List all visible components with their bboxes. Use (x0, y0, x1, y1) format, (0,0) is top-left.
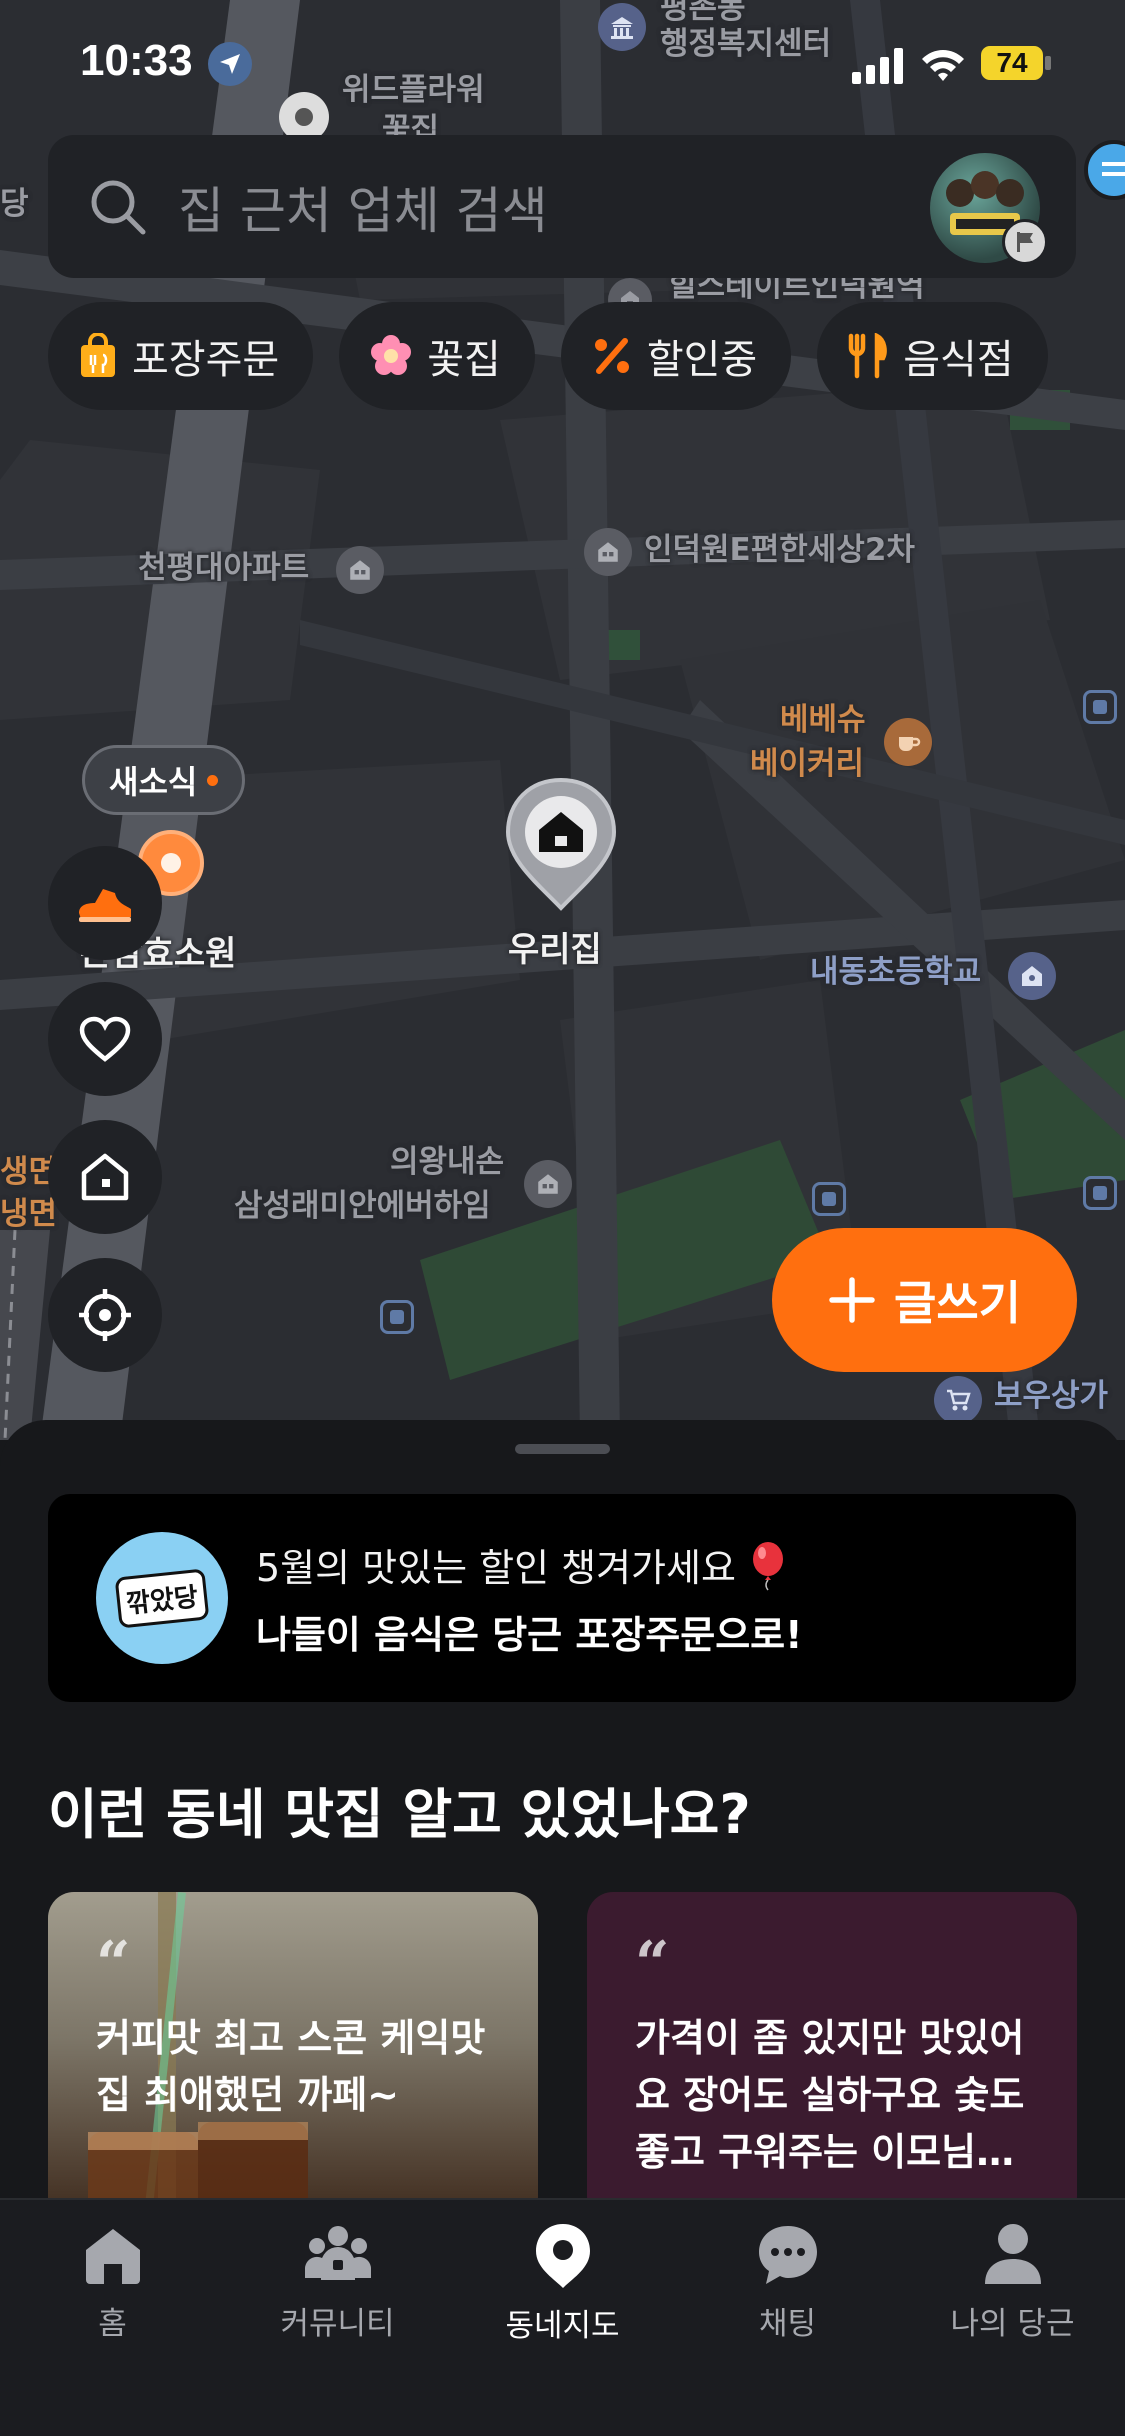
review-text: 가격이 좀 있지만 맛있어요 장어도 실하구요 숯도 좋고 구워주는 이모님… (635, 2016, 1025, 2174)
apartment-icon[interactable] (584, 528, 632, 576)
review-card[interactable]: “ 커피맛 최고 스콘 케익맛 집 최애했던 까페~ (48, 1892, 538, 2200)
balloon-icon (753, 1542, 784, 1591)
chip-discount[interactable]: 할인중 (560, 302, 792, 410)
school-icon[interactable] (1008, 952, 1056, 1000)
shoe-icon (79, 889, 131, 922)
chip-restaurant-label: 음식점 (903, 337, 1014, 383)
section-title: 이런 동네 맛집 알고 있었나요? (48, 1783, 751, 1846)
chip-takeout-label: 포장주문 (132, 337, 280, 383)
chip-flower-label: 꽃집 (427, 337, 501, 383)
house-outline-icon (81, 1153, 129, 1201)
chip-discount-label: 할인중 (646, 337, 758, 383)
review-text: 커피맛 최고 스콘 케익맛 집 최애했던 까페~ (96, 2016, 486, 2117)
promo-banner[interactable]: 깎았당 5월의 맛있는 할인 챙겨가세요 나들이 음식은 당근 포장주문으로! (48, 1494, 1076, 1702)
write-post-button[interactable]: 글쓰기 (772, 1228, 1077, 1372)
promo-logo: 깎았당 (96, 1532, 228, 1664)
quote-icon: “ (96, 1929, 131, 1999)
my-home-button[interactable] (48, 1120, 162, 1234)
map-label-cheonpyeong: 천평대아파트 (138, 550, 310, 586)
map-pin-icon (535, 2224, 590, 2288)
sheet-drag-handle[interactable] (515, 1444, 610, 1454)
map-label-naedong: 내동초등학교 (810, 954, 982, 990)
chip-takeout[interactable]: 포장주문 (48, 302, 314, 410)
tab-chat[interactable]: 채팅 (675, 2200, 900, 2436)
chat-icon (758, 2226, 817, 2284)
home-pin[interactable] (502, 774, 620, 914)
bottom-sheet[interactable]: 깎았당 5월의 맛있는 할인 챙겨가세요 나들이 음식은 당근 포장주문으로! … (0, 1420, 1125, 2200)
map-label-edge: 당 (0, 186, 29, 222)
review-card[interactable]: “ 가격이 좀 있지만 맛있어요 장어도 실하구요 숯도 좋고 구워주는 이모님… (587, 1892, 1077, 2200)
cafe-icon[interactable] (884, 718, 932, 766)
promo-subtitle: 나들이 음식은 당근 포장주문으로! (256, 1613, 803, 1657)
tab-home-label: 홈 (98, 2306, 127, 2342)
tab-home[interactable]: 홈 (0, 2200, 225, 2436)
battery-icon: 74 (981, 46, 1043, 80)
apartment-icon[interactable] (524, 1160, 572, 1208)
wifi-icon (922, 50, 964, 81)
heart-icon (79, 1016, 131, 1062)
tab-community-label: 커뮤니티 (280, 2306, 395, 2342)
map-label-bebeshu: 베베슈 (780, 702, 866, 738)
map-label-home: 우리집 (508, 930, 602, 970)
chip-flower[interactable]: 꽃집 (339, 302, 535, 410)
crosshair-icon (79, 1289, 131, 1341)
apartment-icon[interactable] (336, 546, 384, 594)
tab-bar: 홈 커뮤니티 동네지도 채팅 나의 당근 (0, 2198, 1125, 2436)
promo-logo-text: 깎았당 (114, 1567, 210, 1629)
my-location-button[interactable] (48, 1258, 162, 1372)
flag-icon (1002, 219, 1048, 265)
chip-restaurant[interactable]: 음식점 (817, 302, 1048, 410)
profile-icon (984, 2224, 1041, 2284)
battery-level: 74 (996, 47, 1028, 78)
map-label-indeogwon: 인덕원E편한세상2차 (644, 532, 915, 568)
news-tag[interactable]: 새소식 (82, 745, 246, 815)
takeout-bag-icon (81, 333, 115, 377)
map-label-dong: 평촌동 (660, 0, 746, 26)
bus-stop-icon[interactable] (812, 1182, 846, 1216)
tab-neighborhood-map[interactable]: 동네지도 (450, 2200, 675, 2436)
tab-my-profile[interactable]: 나의 당근 (900, 2200, 1125, 2436)
map-label-bakery: 베이커리 (750, 746, 865, 782)
home-pin-icon (505, 777, 617, 911)
menu-lines-icon (1102, 162, 1125, 166)
status-time: 10:33 (80, 36, 193, 85)
location-arrow-icon (208, 42, 252, 86)
quote-icon: “ (635, 1929, 670, 1999)
battery-cap (1045, 56, 1051, 70)
fork-knife-icon (848, 333, 887, 379)
tab-my-profile-label: 나의 당근 (950, 2306, 1075, 2342)
map-label-edge-3: 냉면 (0, 1196, 58, 1232)
bus-stop-icon[interactable] (1083, 1176, 1117, 1210)
search-bar[interactable]: 집 근처 업체 검색 (48, 135, 1076, 278)
bus-stop-icon[interactable] (1083, 690, 1117, 724)
map-label-bowoo: 보우상가 (994, 1378, 1109, 1414)
tab-community[interactable]: 커뮤니티 (225, 2200, 450, 2436)
new-dot-icon (207, 774, 219, 786)
signal-icon (852, 48, 903, 84)
map-label-raemian: 삼성래미안에버하임 (234, 1188, 491, 1224)
promo-title: 5월의 맛있는 할인 챙겨가세요 (256, 1546, 736, 1590)
home-icon (85, 2229, 140, 2284)
category-chips: 포장주문 꽃집 할인중 음식점 (48, 302, 1048, 410)
status-bar: 10:33 74 (0, 30, 1125, 100)
flower-icon (371, 335, 412, 375)
write-post-label: 글쓰기 (894, 1276, 1021, 1330)
shopping-cart-icon[interactable] (934, 1376, 982, 1424)
shoe-walk-button[interactable] (48, 846, 162, 960)
news-tag-label: 새소식 (109, 763, 198, 801)
plus-icon (829, 1277, 875, 1323)
bus-stop-icon[interactable] (380, 1300, 414, 1334)
tab-chat-label: 채팅 (758, 2306, 817, 2342)
avatar[interactable] (930, 153, 1048, 265)
search-input[interactable]: 집 근처 업체 검색 (178, 171, 548, 243)
favorite-button[interactable] (48, 982, 162, 1096)
percent-icon (594, 338, 629, 374)
tab-neighborhood-map-label: 동네지도 (505, 2308, 620, 2344)
community-icon (304, 2226, 371, 2280)
search-icon (91, 180, 146, 234)
map-label-uiwang: 의왕내손 (390, 1144, 505, 1180)
